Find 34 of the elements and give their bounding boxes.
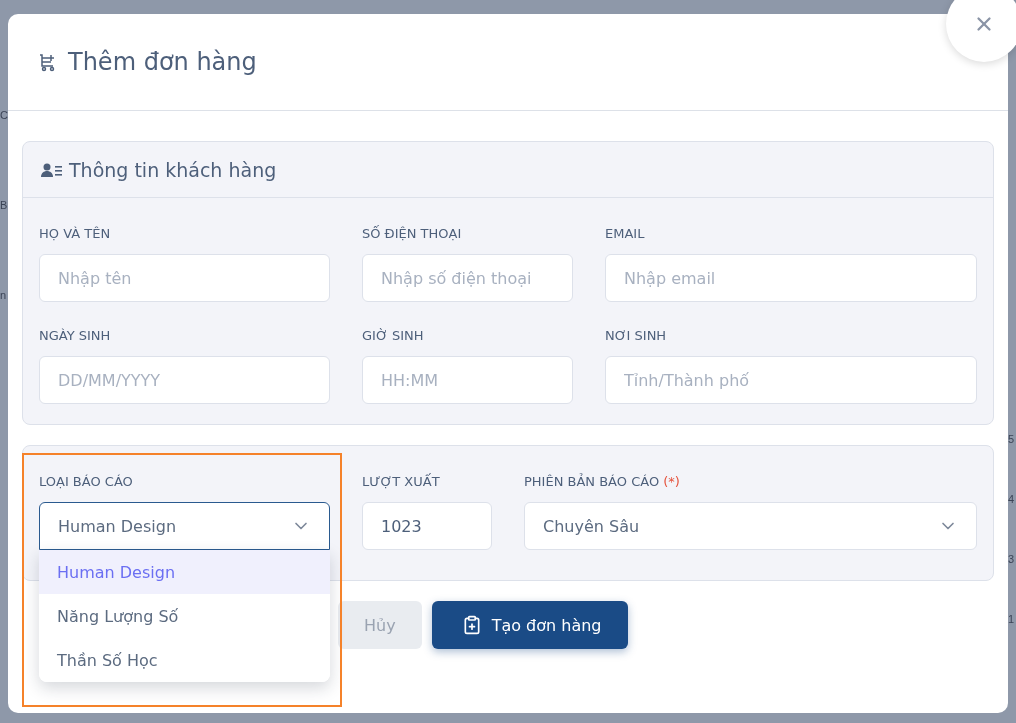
input-field[interactable]: HH:MM — [362, 356, 573, 404]
field-label: LOẠI BÁO CÁO — [39, 472, 134, 490]
field-label: HỌ VÀ TÊN — [39, 224, 112, 242]
input-field[interactable]: DD/MM/YYYY — [39, 356, 330, 404]
background-text: 1 — [1008, 612, 1016, 626]
field-label: NƠI SINH — [605, 326, 668, 344]
input-field[interactable]: Nhập số điện thoại — [362, 254, 573, 302]
dropdown-option[interactable]: Năng Lượng Số — [39, 594, 330, 638]
background-text: 4 — [1008, 492, 1016, 506]
input-field[interactable]: Nhập email — [605, 254, 977, 302]
background-text: 5 — [1008, 432, 1016, 446]
field-label: SỐ ĐIỆN THOẠI — [362, 224, 463, 242]
dialog-title: Thêm đơn hàng — [68, 48, 257, 76]
background-text: n — [0, 288, 8, 302]
field-label: NGÀY SINH — [39, 326, 112, 344]
close-button[interactable] — [946, 0, 1016, 62]
required-mark: (*) — [663, 473, 680, 489]
input-field[interactable]: Nhập tên — [39, 254, 330, 302]
background-text: C — [0, 108, 8, 122]
field-label: LƯỢT XUẤT — [362, 472, 441, 490]
background-text: 3 — [1008, 552, 1016, 566]
user-list-icon — [41, 161, 63, 178]
input-field[interactable]: Tỉnh/Thành phố — [605, 356, 977, 404]
create-order-button[interactable]: Tạo đơn hàng — [431, 601, 628, 649]
field-label: EMAIL — [605, 224, 646, 242]
dropdown-option[interactable]: Human Design — [39, 550, 330, 594]
section-title: Thông tin khách hàng — [69, 158, 277, 181]
select-field[interactable]: Chuyên Sâu — [524, 502, 977, 550]
background-text: B — [0, 198, 8, 212]
dropdown-option[interactable]: Thần Số Học — [39, 638, 330, 682]
select-field[interactable]: Human Design — [39, 502, 330, 550]
field-label: PHIÊN BẢN BÁO CÁO (*) — [524, 472, 681, 490]
input-field[interactable]: 1023 — [362, 502, 492, 550]
field-label: GIỜ SINH — [362, 326, 425, 344]
